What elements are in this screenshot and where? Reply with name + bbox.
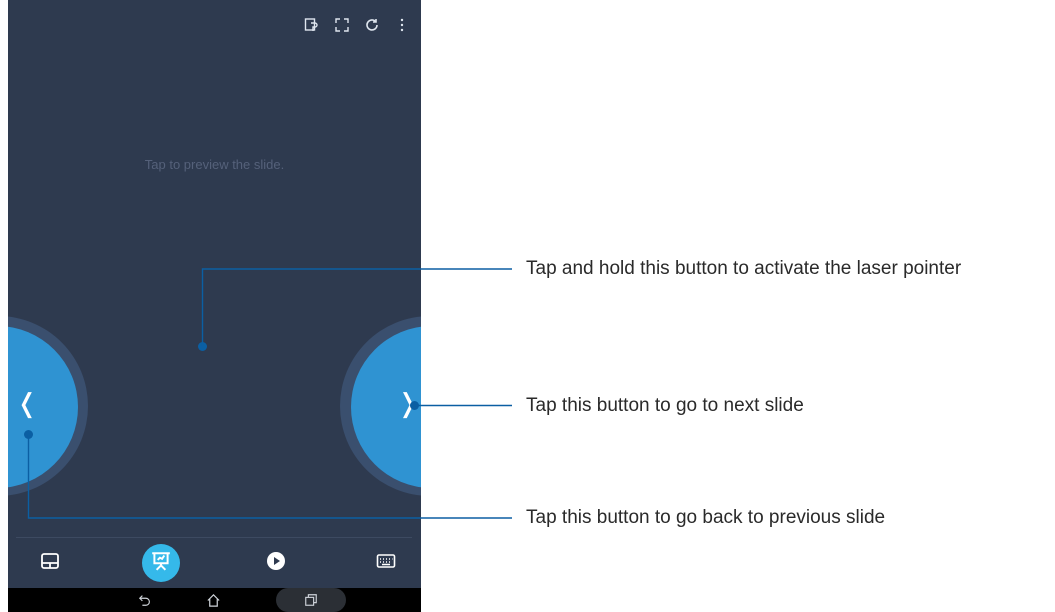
preview-slide-hint[interactable]: Tap to preview the slide. [8,157,421,172]
system-navigation-bar [8,588,421,612]
recent-apps-icon[interactable] [301,590,321,610]
prev-button-marker [24,430,33,439]
keyboard-button[interactable] [366,538,406,588]
next-callout-text: Tap this button to go to next slide [526,395,804,416]
laser-callout-text: Tap and hold this button to activate the… [526,258,962,279]
refresh-icon[interactable] [363,16,381,34]
prev-callout-text: Tap this button to go back to previous s… [526,507,886,528]
laser-pointer-marker [198,342,207,351]
play-button[interactable] [256,538,296,588]
fullscreen-icon[interactable] [333,16,351,34]
more-vert-icon[interactable] [393,16,411,34]
touchpad-button[interactable] [30,538,70,588]
touchpad-icon [40,551,60,576]
phone-screen: Tap to preview the slide. ❬ ❭ [8,0,421,612]
back-icon[interactable] [135,590,155,610]
play-icon [266,551,286,576]
keyboard-icon [376,551,396,576]
home-icon[interactable] [203,590,223,610]
next-button-marker [410,401,419,410]
chevron-left-icon: ❬ [16,389,38,419]
top-toolbar [303,16,411,34]
presenter-notes-icon[interactable] [303,16,321,34]
bottom-navigation [8,538,421,588]
presentation-icon [150,550,172,577]
presentation-button[interactable] [142,544,180,582]
